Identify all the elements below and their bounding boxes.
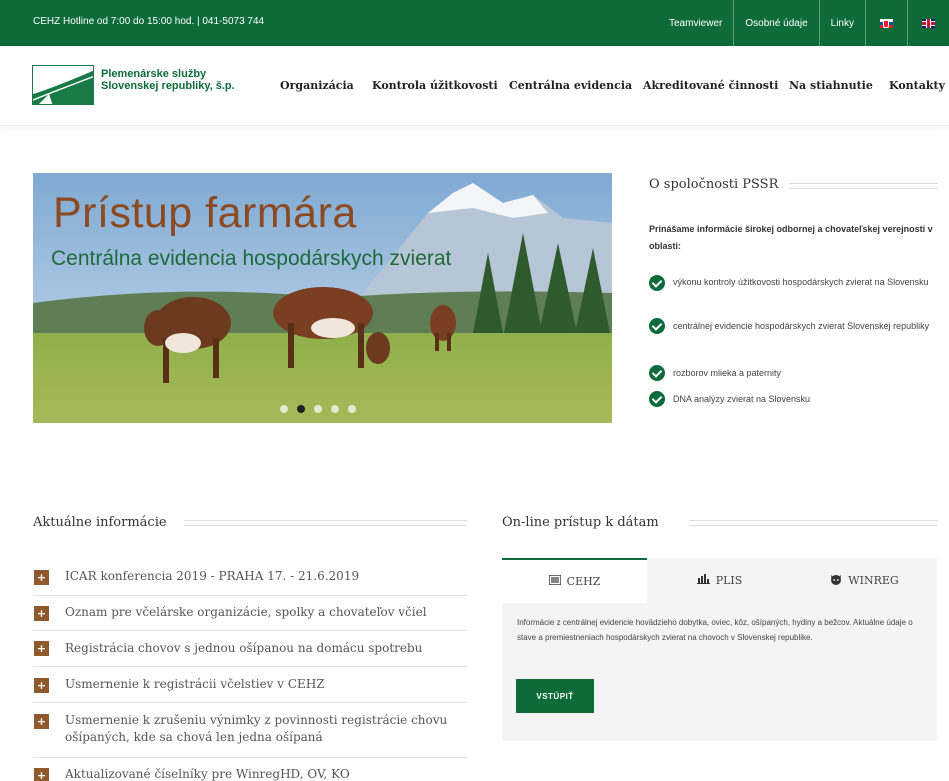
list-icon (547, 574, 562, 588)
news-item-text: ICAR konferencia 2019 - PRAHA 17. - 21.6… (65, 569, 360, 583)
news-item-text: Aktualizované číselníky pre WinregHD, OV… (65, 767, 350, 781)
tab-plis-label: PLIS (715, 574, 743, 587)
news-item-text: Registrácia chovov s jednou ošípanou na … (65, 641, 423, 655)
slider-dot[interactable] (348, 405, 356, 413)
logo-line2: Slovenskej republiky, š.p. (101, 80, 235, 92)
slider-dot[interactable] (331, 405, 339, 413)
github-icon (830, 574, 842, 588)
tab-plis[interactable]: PLIS (647, 558, 792, 603)
about-item: centrálnej evidencie hospodárskych zvier… (673, 321, 930, 331)
slider-dot[interactable] (314, 405, 322, 413)
tab-winreg-label: WINREG (848, 574, 899, 587)
language-en-button[interactable] (907, 0, 949, 46)
divider (789, 183, 938, 189)
about-lead: Prinášame informácie širokej odbornej a … (649, 224, 933, 251)
tab-winreg[interactable]: WINREG (792, 558, 937, 603)
logo-icon[interactable] (32, 65, 94, 105)
plus-icon: + (34, 714, 49, 729)
hero-subtitle: Centrálna evidencia hospodárskych zviera… (51, 247, 452, 270)
slider-dot-active[interactable] (297, 405, 305, 413)
plus-icon: + (34, 768, 49, 781)
check-icon (649, 391, 665, 407)
language-sk-button[interactable] (865, 0, 907, 46)
top-bar: CEHZ Hotline od 7:00 do 15:00 hod. | 041… (0, 0, 949, 46)
personal-data-link[interactable]: Osobné údaje (733, 0, 818, 46)
nav-centralna-evidencia[interactable]: Centrálna evidencia (509, 79, 632, 92)
news-title: Aktuálne informácie (33, 515, 167, 530)
tab-panel-text: Informácie z centrálnej evidencie hovädz… (517, 618, 913, 642)
news-item[interactable]: + Usmernenie k registrácii včelstiev v C… (33, 667, 467, 703)
news-item-text: Usmernenie k zrušeniu výnimky z povinnos… (65, 713, 448, 744)
news-item[interactable]: + ICAR konferencia 2019 - PRAHA 17. - 21… (33, 560, 467, 596)
slider-dot[interactable] (280, 405, 288, 413)
top-links: Teamviewer Osobné údaje Linky (658, 0, 949, 46)
enter-button[interactable]: VSTÚPIŤ (516, 679, 594, 713)
hero-title: Prístup farmára (53, 189, 357, 237)
news-item[interactable]: + Aktualizované číselníky pre WinregHD, … (33, 758, 467, 781)
plus-icon: + (34, 606, 49, 621)
site-header: Plemenárske služby Slovenskej republiky,… (0, 46, 949, 126)
about-item: rozborov mlieka a paternity (673, 368, 782, 378)
slider-dots (280, 405, 356, 413)
about-item: výkonu kontroly úžitkovosti hospodárskyc… (673, 277, 929, 287)
divider (184, 520, 467, 526)
plus-icon: + (34, 641, 49, 656)
plus-icon: + (34, 678, 49, 693)
nav-na-stiahnutie[interactable]: Na stiahnutie (789, 79, 873, 92)
hero-slider[interactable]: Prístup farmára Centrálna evidencia hosp… (33, 173, 612, 423)
flag-sk-icon (880, 18, 893, 28)
nav-kontrola-uzitkovosti[interactable]: Kontrola úžitkovosti (372, 79, 498, 92)
nav-organizacia[interactable]: Organizácia (280, 79, 354, 92)
check-icon (649, 365, 665, 381)
news-item[interactable]: + Registrácia chovov s jednou ošípanou n… (33, 631, 467, 667)
bar-chart-icon (696, 574, 710, 587)
online-tabs-panel: CEHZ PLIS WINREG Informácie z centrálnej… (502, 558, 937, 741)
links-link[interactable]: Linky (818, 0, 865, 46)
about-item: DNA analýzy zvierat na Slovensku (673, 394, 811, 404)
online-title: On-line prístup k dátam (502, 515, 659, 530)
plus-icon: + (34, 570, 49, 585)
nav-akreditovane-cinnosti[interactable]: Akreditované činnosti (643, 79, 778, 92)
tab-cehz[interactable]: CEHZ (502, 558, 647, 603)
news-item-text: Oznam pre včelárske organizácie, spolky … (65, 605, 427, 619)
check-icon (649, 275, 665, 291)
news-item[interactable]: + Usmernenie k zrušeniu výnimky z povinn… (33, 703, 467, 758)
about-title: O spoločnosti PSSR (649, 177, 779, 192)
news-item[interactable]: + Oznam pre včelárske organizácie, spolk… (33, 596, 467, 631)
nav-kontakty[interactable]: Kontakty (889, 79, 945, 92)
logo-text[interactable]: Plemenárske služby Slovenskej republiky,… (101, 68, 235, 92)
logo-line1: Plemenárske služby (101, 68, 207, 80)
divider (689, 520, 938, 526)
news-item-text: Usmernenie k registrácii včelstiev v CEH… (65, 677, 325, 691)
tab-cehz-label: CEHZ (566, 575, 601, 588)
flag-gb-icon (922, 18, 935, 28)
teamviewer-link[interactable]: Teamviewer (658, 0, 733, 46)
check-icon (649, 318, 665, 334)
hotline-text: CEHZ Hotline od 7:00 do 15:00 hod. | 041… (33, 16, 265, 27)
